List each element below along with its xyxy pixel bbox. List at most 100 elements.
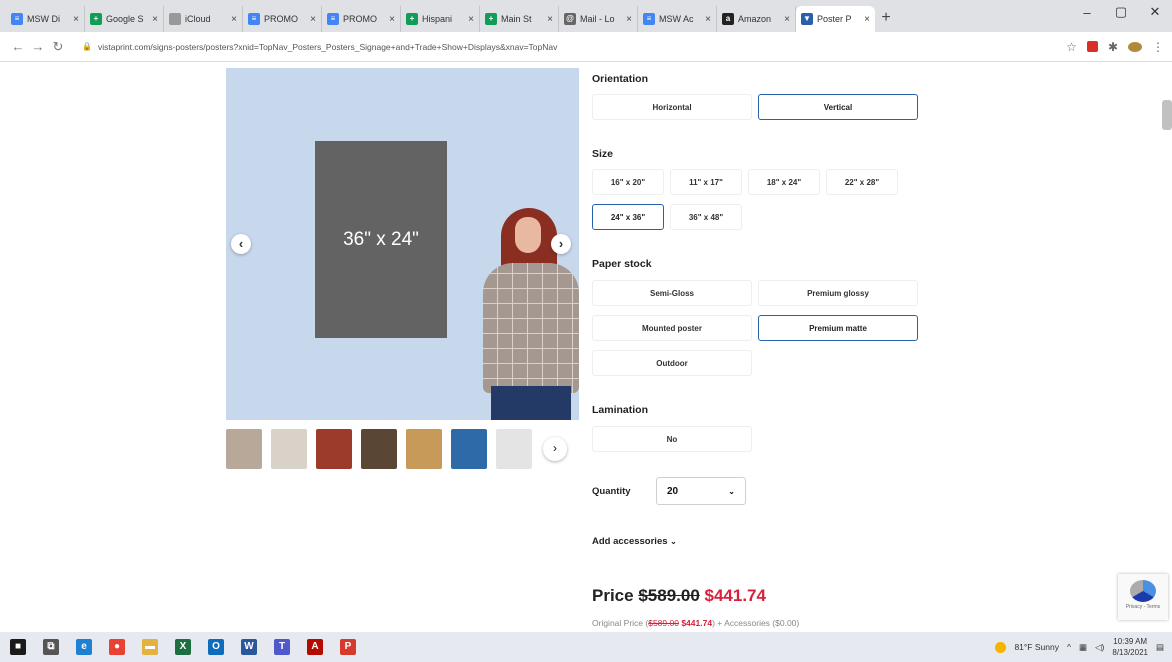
recaptcha-badge[interactable]: Privacy - Terms (1118, 574, 1168, 620)
paper-option[interactable]: Mounted poster (592, 315, 752, 341)
browser-tab[interactable]: a Amazon × (717, 6, 796, 32)
browser-tab[interactable]: ≡ PROMO × (243, 6, 322, 32)
teams-icon[interactable]: T (274, 639, 290, 655)
url-field[interactable]: 🔒 vistaprint.com/signs-posters/posters?x… (76, 36, 1056, 58)
close-tab-icon[interactable]: × (389, 14, 395, 25)
volume-icon[interactable]: ◁) (1095, 642, 1104, 653)
lamination-option[interactable]: No (592, 426, 752, 452)
close-window-button[interactable]: ✕ (1138, 4, 1172, 20)
page-scrollbar[interactable] (1162, 100, 1172, 130)
paper-option[interactable]: Premium matte (758, 315, 918, 341)
docs-icon: ≡ (327, 13, 339, 25)
forward-icon[interactable]: → (28, 39, 48, 54)
acrobat-icon[interactable]: A (307, 639, 323, 655)
apple-icon (169, 13, 181, 25)
close-tab-icon[interactable]: × (468, 14, 474, 25)
close-tab-icon[interactable]: × (152, 14, 158, 25)
network-icon[interactable]: ▦ (1079, 642, 1087, 653)
orientation-option[interactable]: Horizontal (592, 94, 752, 120)
orig-prefix: Original Price ( (592, 618, 649, 628)
price-display: Price $589.00 $441.74 (592, 586, 766, 606)
window-controls: – ▢ ✕ (1070, 0, 1172, 24)
bookmark-star-icon[interactable]: ☆ (1066, 40, 1077, 54)
browser-tab[interactable]: ≡ MSW Ac × (638, 6, 717, 32)
price-new: $441.74 (704, 586, 766, 605)
browser-menu-icon[interactable]: ⋮ (1152, 40, 1164, 54)
clock[interactable]: 10:39 AM 8/13/2021 (1112, 636, 1148, 658)
quantity-select[interactable]: 20 ⌄ (656, 477, 746, 505)
size-option[interactable]: 11" x 17" (670, 169, 742, 195)
browser-tab[interactable]: + Hispani × (401, 6, 480, 32)
gallery-thumbnail[interactable] (271, 429, 307, 469)
gallery-thumbnail[interactable] (406, 429, 442, 469)
close-tab-icon[interactable]: × (73, 14, 79, 25)
tab-strip: ≡ MSW Di × + Google S × iCloud × ≡ PROMO × ≡ PROMO × +… (0, 0, 1172, 32)
profile-avatar-icon[interactable] (1128, 41, 1142, 52)
browser-tab[interactable]: + Main St × (480, 6, 559, 32)
browser-tab[interactable]: ≡ MSW Di × (6, 6, 85, 32)
edge-icon[interactable]: e (76, 639, 92, 655)
tab-label: Amazon (738, 14, 772, 24)
size-option[interactable]: 22" x 28" (826, 169, 898, 195)
minimize-button[interactable]: – (1070, 5, 1104, 20)
gallery-thumbnail[interactable] (361, 429, 397, 469)
extensions: ☆ ✱ ⋮ (1066, 40, 1164, 54)
paper-option[interactable]: Premium glossy (758, 280, 918, 306)
close-tab-icon[interactable]: × (626, 14, 632, 25)
start-icon[interactable]: ■ (10, 639, 26, 655)
paper-option[interactable]: Outdoor (592, 350, 752, 376)
back-icon[interactable]: ← (8, 39, 28, 54)
weather-sun-icon (995, 641, 1007, 653)
browser-tab[interactable]: ▼ Poster P × (796, 6, 875, 32)
close-tab-icon[interactable]: × (784, 14, 790, 25)
size-title: Size (592, 148, 614, 160)
product-options: Orientation Horizontal Vertical Size 16" … (592, 62, 932, 632)
size-option[interactable]: 36" x 48" (670, 204, 742, 230)
pdf-icon[interactable]: P (340, 639, 356, 655)
carousel-next-button[interactable]: › (551, 234, 571, 254)
close-tab-icon[interactable]: × (231, 14, 237, 25)
sheets-icon: + (485, 13, 497, 25)
size-option[interactable]: 18" x 24" (748, 169, 820, 195)
close-tab-icon[interactable]: × (705, 14, 711, 25)
notifications-icon[interactable]: ▤ (1156, 642, 1164, 653)
gallery-thumbnail[interactable] (226, 429, 262, 469)
close-tab-icon[interactable]: × (547, 14, 553, 25)
gallery-thumbnail[interactable] (451, 429, 487, 469)
gallery-thumbnail[interactable] (496, 429, 532, 469)
docs-icon: ≡ (11, 13, 23, 25)
extension-red-icon[interactable] (1086, 41, 1098, 52)
close-tab-icon[interactable]: × (864, 14, 870, 25)
lock-icon[interactable]: 🔒 (82, 42, 92, 51)
carousel-prev-button[interactable]: ‹ (231, 234, 251, 254)
browser-tab[interactable]: ≡ PROMO × (322, 6, 401, 32)
close-tab-icon[interactable]: × (310, 14, 316, 25)
file-explorer-icon[interactable]: ▬ (142, 639, 158, 655)
excel-icon[interactable]: X (175, 639, 191, 655)
sheets-icon: + (406, 13, 418, 25)
chrome-icon[interactable]: ● (109, 639, 125, 655)
orientation-option[interactable]: Vertical (758, 94, 918, 120)
clock-time: 10:39 AM (1113, 637, 1148, 646)
tray-chevron-icon[interactable]: ^ (1067, 642, 1071, 652)
size-option[interactable]: 16" x 20" (592, 169, 664, 195)
word-icon[interactable]: W (241, 639, 257, 655)
paper-option[interactable]: Semi-Gloss (592, 280, 752, 306)
browser-tab[interactable]: @ Mail - Lo × (559, 6, 638, 32)
new-tab-button[interactable]: + (875, 6, 897, 32)
add-accessories-toggle[interactable]: Add accessories ⌄ (592, 536, 677, 547)
browser-tab[interactable]: iCloud × (164, 6, 243, 32)
weather-text[interactable]: 81°F Sunny (1014, 642, 1059, 652)
maximize-button[interactable]: ▢ (1104, 4, 1138, 20)
thumbnail-next-button[interactable]: › (543, 437, 567, 461)
browser-tab[interactable]: + Google S × (85, 6, 164, 32)
gallery-thumbnail[interactable] (316, 429, 352, 469)
model-sweater (483, 263, 579, 393)
outlook-icon[interactable]: O (208, 639, 224, 655)
task-view-icon[interactable]: ⧉ (43, 639, 59, 655)
product-hero-image: 36" x 24" ‹ › (226, 68, 579, 420)
windows-taskbar: ■ ⧉ e ● ▬ X O W T A P 81°F Sunny ^ ▦ ◁) 10:39 AM 8… (0, 632, 1172, 662)
reload-icon[interactable]: ↻ (48, 39, 68, 55)
extensions-puzzle-icon[interactable]: ✱ (1108, 40, 1118, 54)
size-option[interactable]: 24" x 36" (592, 204, 664, 230)
